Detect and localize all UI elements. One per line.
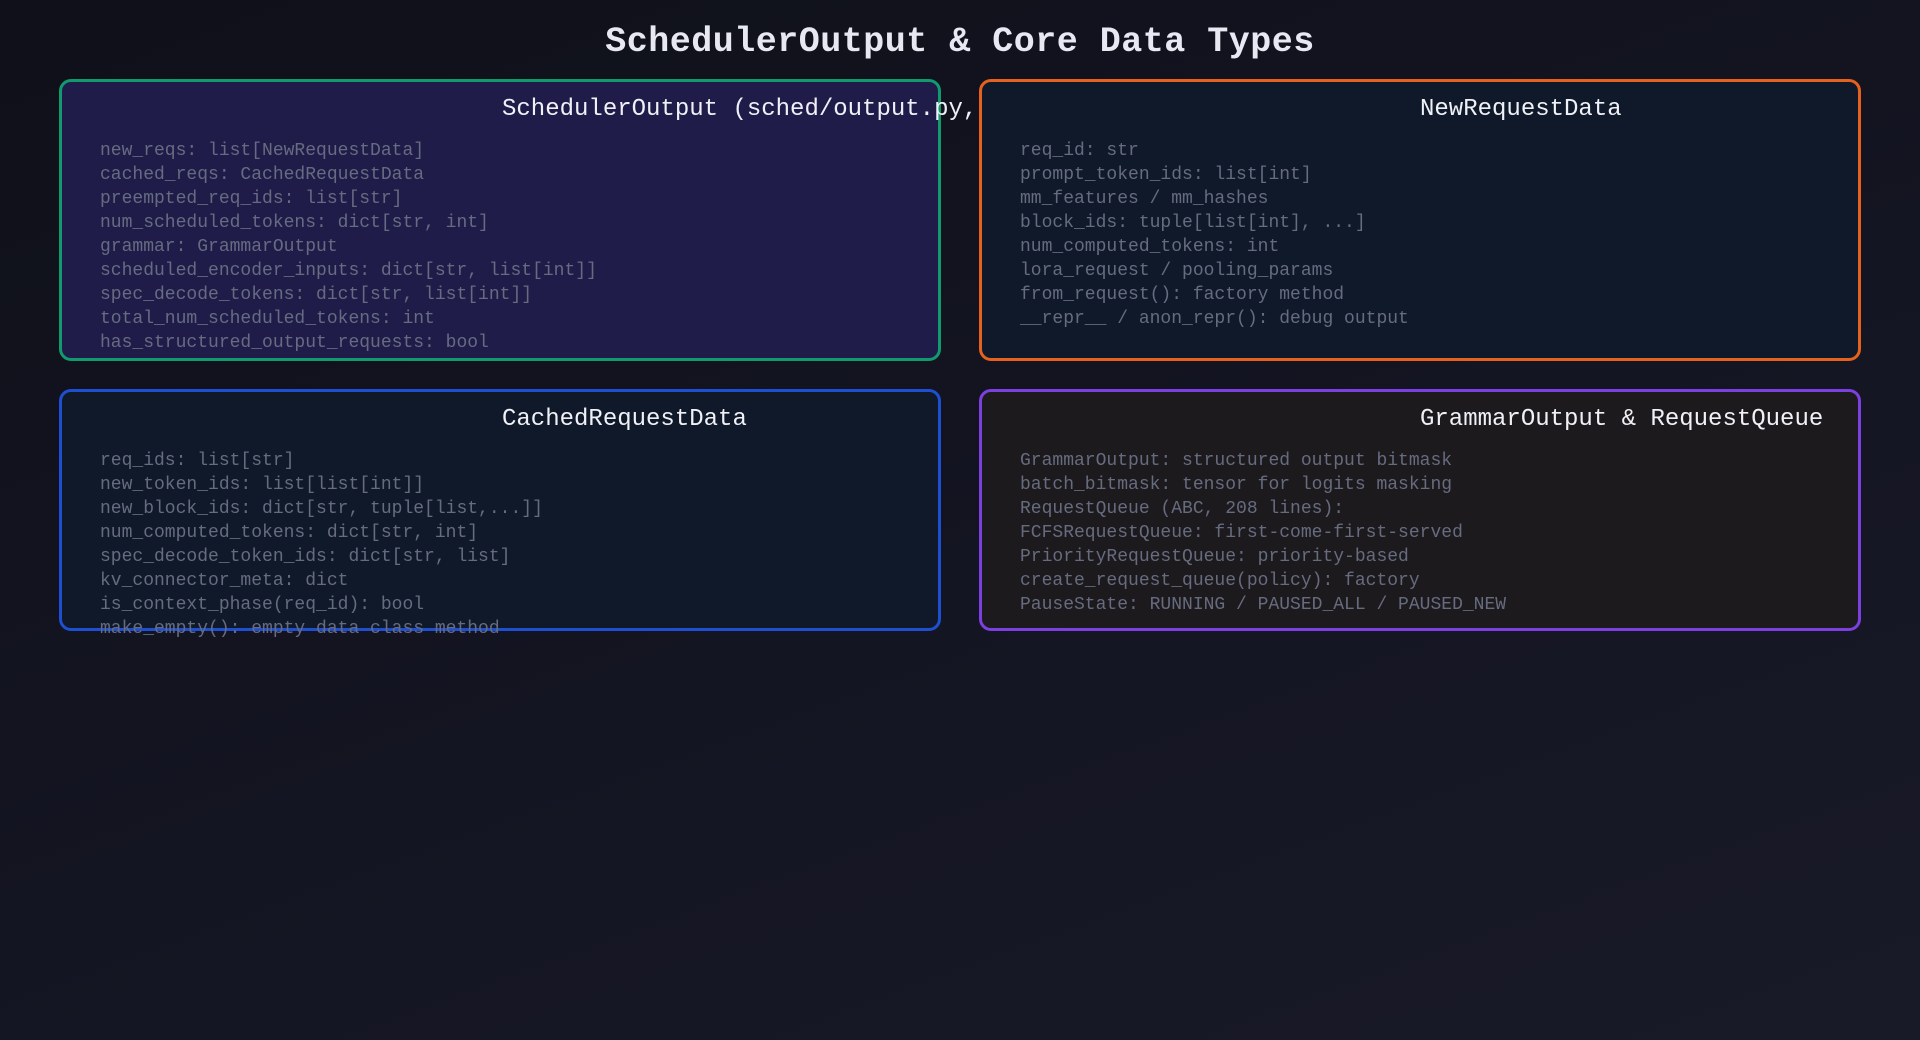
new-request-data-card: NewRequestData req_id: str prompt_token_i…: [979, 79, 1861, 361]
field-item: kv_connector_meta: dict: [100, 571, 349, 591]
field-item: from_request(): factory method: [1020, 285, 1345, 305]
field-item: new_block_ids: dict[str, tuple[list,...]…: [100, 499, 543, 519]
field-item: lora_request / pooling_params: [1020, 261, 1334, 281]
field-item: grammar: GrammarOutput: [100, 237, 338, 257]
page-title: SchedulerOutput & Core Data Types: [605, 22, 1315, 62]
field-item: scheduled_encoder_inputs: dict[str, list…: [100, 261, 597, 281]
field-item: has_structured_output_requests: bool: [100, 333, 489, 353]
field-list: req_ids: list[str] new_token_ids: list[li…: [100, 449, 543, 641]
field-item: block_ids: tuple[list[int], ...]: [1020, 213, 1366, 233]
field-item: PauseState: RUNNING / PAUSED_ALL / PAUSE…: [1020, 595, 1507, 615]
field-item: spec_decode_tokens: dict[str, list[int]]: [100, 285, 533, 305]
field-item: RequestQueue (ABC, 208 lines):: [1020, 499, 1345, 519]
field-item: req_ids: list[str]: [100, 451, 295, 471]
field-item: GrammarOutput: structured output bitmask: [1020, 451, 1453, 471]
field-item: prompt_token_ids: list[int]: [1020, 165, 1312, 185]
card-title: CachedRequestData: [502, 406, 747, 433]
cached-request-data-card: CachedRequestData req_ids: list[str] new_…: [59, 389, 941, 639]
field-item: req_id: str: [1020, 141, 1139, 161]
field-item: num_computed_tokens: dict[str, int]: [100, 523, 479, 543]
grammar-output-request-queue-card: GrammarOutput & RequestQueue GrammarOutp…: [979, 389, 1861, 631]
field-item: batch_bitmask: tensor for logits masking: [1020, 475, 1453, 495]
field-item: total_num_scheduled_tokens: int: [100, 309, 435, 329]
field-item: is_context_phase(req_id): bool: [100, 595, 425, 615]
field-item: create_request_queue(policy): factory: [1020, 571, 1420, 591]
card-title: NewRequestData: [1420, 96, 1622, 123]
field-item: PriorityRequestQueue: priority-based: [1020, 547, 1409, 567]
field-item: cached_reqs: CachedRequestData: [100, 165, 425, 185]
field-item: make_empty(): empty data class method: [100, 619, 500, 639]
field-item: new_reqs: list[NewRequestData]: [100, 141, 425, 161]
field-item: FCFSRequestQueue: first-come-first-serve…: [1020, 523, 1463, 543]
field-list: new_reqs: list[NewRequestData] cached_req…: [100, 139, 597, 355]
field-item: spec_decode_token_ids: dict[str, list]: [100, 547, 511, 567]
field-item: new_token_ids: list[list[int]]: [100, 475, 425, 495]
scheduler-output-card: SchedulerOutput (sched/output.py, new_re…: [59, 79, 977, 361]
field-item: mm_features / mm_hashes: [1020, 189, 1269, 209]
card-title: GrammarOutput & RequestQueue: [1420, 406, 1824, 433]
field-list: req_id: str prompt_token_ids: list[int] mm…: [1020, 139, 1409, 331]
field-item: num_computed_tokens: int: [1020, 237, 1280, 257]
field-item: preempted_req_ids: list[str]: [100, 189, 403, 209]
field-item: __repr__ / anon_repr(): debug output: [1020, 309, 1409, 329]
field-item: num_scheduled_tokens: dict[str, int]: [100, 213, 489, 233]
card-title: SchedulerOutput (sched/output.py,: [502, 96, 978, 123]
field-list: GrammarOutput: structured output bitmask…: [1020, 449, 1506, 617]
